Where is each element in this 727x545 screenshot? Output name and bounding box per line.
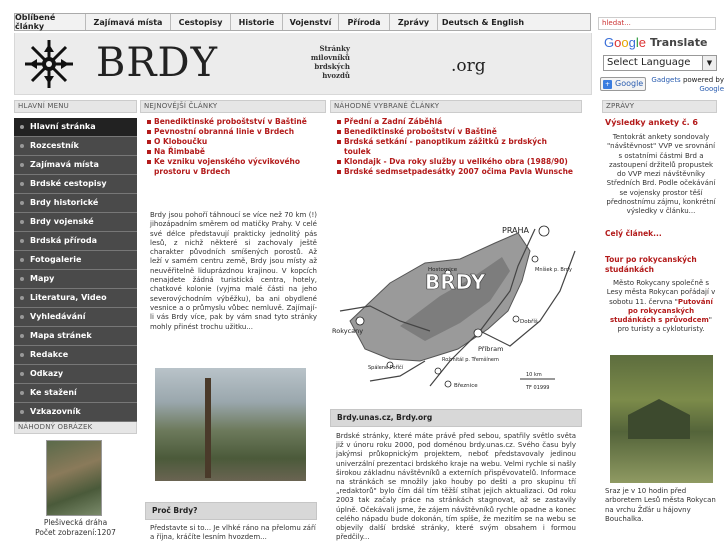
random-image-thumbnail[interactable] xyxy=(46,440,102,516)
google-logo: Google xyxy=(604,35,646,50)
nav-item-4[interactable]: Vojenství xyxy=(283,14,339,30)
news-title-poll[interactable]: Výsledky ankety č. 6 xyxy=(605,118,698,127)
map-label-spalene-porici: Spálené Poříčí xyxy=(368,364,404,371)
newest-article-link[interactable]: Na Řimbabě xyxy=(146,147,326,157)
map-year-label: TF 01999 xyxy=(525,385,549,391)
site-logo-text: BRDY xyxy=(96,40,218,86)
newest-article-link[interactable]: Pevnostní obranná linie v Brdech xyxy=(146,127,326,137)
news-heading: ZPRÁVY xyxy=(602,100,717,113)
proc-box-text: Představte si to... Je vlhké ráno na pře… xyxy=(150,524,316,541)
language-select[interactable]: Select Language ▼ xyxy=(603,55,717,71)
forest-photo xyxy=(155,368,306,481)
menu-item-2[interactable]: Zajímavá místa xyxy=(14,156,137,175)
map-label-brdy: BRDY xyxy=(425,270,486,294)
menu-item-7[interactable]: Fotogalerie xyxy=(14,251,137,270)
main-menu-heading: HLAVNÍ MENU xyxy=(14,100,137,113)
brdy-box-title: Brdy.unas.cz, Brdy.org xyxy=(330,409,582,427)
menu-item-15[interactable]: Vzkazovník xyxy=(14,403,137,422)
google-gadget-badge[interactable]: + Google xyxy=(600,77,646,91)
random-image-caption: Plešivecká dráha Počet zobrazení:1207 xyxy=(35,518,116,537)
nav-item-0[interactable]: Oblíbené články xyxy=(15,13,86,31)
menu-item-12[interactable]: Redakce xyxy=(14,346,137,365)
news-photo-caption: Sraz je v 10 hodin před arboretem Lesů m… xyxy=(605,487,716,523)
menu-item-4[interactable]: Brdy historické xyxy=(14,194,137,213)
nav-item-5[interactable]: Příroda xyxy=(339,14,390,30)
map-label-hostomice: Hostomice xyxy=(428,267,458,273)
gadgets-powered-by[interactable]: Gadgets powered by Google xyxy=(648,76,724,94)
menu-item-0[interactable]: Hlavní stránka xyxy=(14,118,137,137)
map-label-praha: PRAHA xyxy=(502,226,530,235)
menu-item-3[interactable]: Brdské cestopisy xyxy=(14,175,137,194)
newest-article-link[interactable]: Benediktinské proboštství v Baštině xyxy=(146,117,326,127)
menu-item-14[interactable]: Ke stažení xyxy=(14,384,137,403)
chevron-down-icon: ▼ xyxy=(702,56,716,70)
menu-item-10[interactable]: Vyhledávání xyxy=(14,308,137,327)
menu-item-11[interactable]: Mapa stránek xyxy=(14,327,137,346)
brdy-region-map[interactable]: PRAHA BRDY Rokycany Příbram Dobříš Hosto… xyxy=(330,211,582,401)
intro-text: Brdy jsou pohoří táhnoucí se více než 70… xyxy=(150,211,317,331)
nav-item-6[interactable]: Zprávy xyxy=(390,14,438,30)
read-more-link[interactable]: Celý článek... xyxy=(605,229,662,238)
random-article-link[interactable]: Benediktinské proboštství v Baštině xyxy=(336,127,576,137)
search-input[interactable]: hledat... xyxy=(598,17,716,30)
random-articles-list: Přední a Zadní Záběhlá Benediktinské prob… xyxy=(336,117,576,177)
map-label-rokycany: Rokycany xyxy=(332,327,363,335)
site-tagline: Stránky milovníků brdských hvozdů xyxy=(310,44,350,80)
brdy-box-text: Brdské stránky, které máte právě před se… xyxy=(336,432,576,542)
map-label-mnisek: Mníšek p. Brdy xyxy=(535,266,572,273)
nav-item-3[interactable]: Historie xyxy=(231,14,283,30)
random-articles-heading: NÁHODNĚ VYBRANÉ ČLÁNKY xyxy=(330,100,582,113)
newest-article-link[interactable]: Ke vzniku vojenského výcvikového prostor… xyxy=(146,157,326,177)
random-image-heading: NÁHODNÝ OBRÁZEK xyxy=(14,421,137,434)
map-label-pribram: Příbram xyxy=(478,345,503,353)
brdy-logo-icon xyxy=(25,40,73,88)
main-menu: Hlavní stránka Rozcestník Zajímavá místa Br… xyxy=(14,118,137,422)
menu-item-9[interactable]: Literatura, Video xyxy=(14,289,137,308)
top-navigation: Oblíbené články Zajímavá místa Cestopisy Hi… xyxy=(14,13,591,31)
newest-articles-heading: NEJNOVĚJŠÍ ČLÁNKY xyxy=(140,100,326,113)
menu-item-8[interactable]: Mapy xyxy=(14,270,137,289)
menu-item-6[interactable]: Brdská příroda xyxy=(14,232,137,251)
translate-label: Translate xyxy=(650,36,708,49)
nav-item-1[interactable]: Zajímavá místa xyxy=(86,14,171,30)
random-article-link[interactable]: Brdské sedmsetpadesátky 2007 očima Pavla… xyxy=(336,167,576,177)
newest-article-link[interactable]: O Kloboučku xyxy=(146,137,326,147)
news-body-tour: Město Rokycany společně s Lesy města Rok… xyxy=(606,279,716,334)
proc-box-title: Proč Brdy? xyxy=(145,502,317,520)
random-article-link[interactable]: Brdská setkání - panoptikum zážitků z br… xyxy=(336,137,576,157)
news-photo xyxy=(610,355,713,483)
map-label-dobris: Dobříš xyxy=(520,318,538,325)
map-label-rozmital: Rožmitál p. Třemšínem xyxy=(442,356,499,363)
map-label-breznice: Březnice xyxy=(454,382,478,389)
nav-item-2[interactable]: Cestopisy xyxy=(171,14,231,30)
news-body-poll: Tentokrát ankety sondovaly "návštěvnost"… xyxy=(606,133,716,216)
site-domain: .org xyxy=(451,56,486,76)
random-article-link[interactable]: Klondajk - Dva roky služby u velikého ob… xyxy=(336,157,576,167)
newest-articles-list: Benediktinské proboštství v Baštině Pevno… xyxy=(146,117,326,177)
random-article-link[interactable]: Přední a Zadní Záběhlá xyxy=(336,117,576,127)
nav-item-7[interactable]: Deutsch & English xyxy=(438,14,528,30)
menu-item-5[interactable]: Brdy vojenské xyxy=(14,213,137,232)
plus-icon: + xyxy=(603,80,612,89)
map-scale-label: 10 km xyxy=(526,372,542,378)
menu-item-13[interactable]: Odkazy xyxy=(14,365,137,384)
news-title-tour[interactable]: Tour po rokycanských studánkách xyxy=(605,255,717,275)
menu-item-1[interactable]: Rozcestník xyxy=(14,137,137,156)
